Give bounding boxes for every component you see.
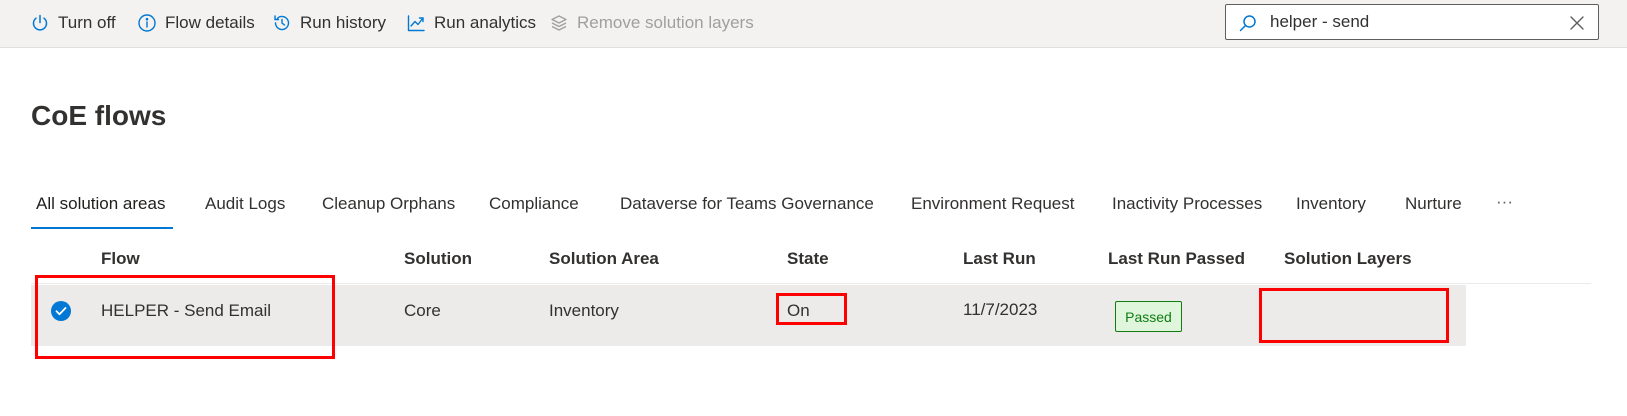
info-icon xyxy=(138,14,156,32)
power-icon xyxy=(32,14,48,31)
solution-area-cell: Inventory xyxy=(549,301,619,320)
active-tab-indicator xyxy=(31,227,173,229)
tab-inactivity-processes[interactable]: Inactivity Processes xyxy=(1112,194,1262,214)
status-badge: Passed xyxy=(1115,301,1182,332)
search-box[interactable] xyxy=(1225,4,1599,40)
run-analytics-label: Run analytics xyxy=(434,13,537,32)
solution-cell: Core xyxy=(404,301,441,320)
flow-name-cell[interactable]: HELPER - Send Email xyxy=(101,301,271,321)
column-header-flow[interactable]: Flow xyxy=(101,249,140,269)
flow-details-button[interactable]: Flow details xyxy=(137,10,255,36)
tab-audit-logs[interactable]: Audit Logs xyxy=(205,194,285,214)
command-bar: Turn off Flow details Run history Run an… xyxy=(0,0,1627,48)
last-run-cell: 11/7/2023 xyxy=(963,300,1038,319)
turn-off-button[interactable]: Turn off xyxy=(30,10,116,36)
column-header-solution-layers[interactable]: Solution Layers xyxy=(1284,249,1412,269)
tab-inventory[interactable]: Inventory xyxy=(1296,194,1366,214)
header-divider xyxy=(31,283,1591,284)
more-tabs-button[interactable]: ··· xyxy=(1496,192,1513,212)
close-icon[interactable] xyxy=(1568,14,1586,32)
checkmark-circle-icon[interactable] xyxy=(51,301,71,321)
column-header-last-run[interactable]: Last Run xyxy=(963,249,1036,269)
run-analytics-button[interactable]: Run analytics xyxy=(406,10,536,36)
tab-all-solution-areas[interactable]: All solution areas xyxy=(36,194,165,214)
flow-details-label: Flow details xyxy=(165,13,255,32)
column-header-last-run-passed[interactable]: Last Run Passed xyxy=(1108,249,1245,269)
search-icon xyxy=(1239,15,1256,32)
remove-solution-layers-label: Remove solution layers xyxy=(577,13,754,32)
column-header-solution-area[interactable]: Solution Area xyxy=(549,249,659,269)
remove-solution-layers-button[interactable]: Remove solution layers xyxy=(549,10,754,36)
page-title: CoE flows xyxy=(31,100,167,131)
analytics-icon xyxy=(407,15,425,32)
run-history-label: Run history xyxy=(300,13,386,32)
tab-environment-request[interactable]: Environment Request xyxy=(911,194,1074,214)
state-cell: On xyxy=(787,301,810,320)
tab-dataverse-for-teams-governance[interactable]: Dataverse for Teams Governance xyxy=(620,194,874,214)
history-icon xyxy=(274,15,290,31)
tab-cleanup-orphans[interactable]: Cleanup Orphans xyxy=(322,194,455,214)
tab-compliance[interactable]: Compliance xyxy=(489,194,579,214)
search-input[interactable] xyxy=(1270,10,1550,34)
column-header-state[interactable]: State xyxy=(787,249,829,269)
turn-off-label: Turn off xyxy=(58,13,116,32)
run-history-button[interactable]: Run history xyxy=(272,10,386,36)
layers-icon xyxy=(551,15,567,31)
column-header-solution[interactable]: Solution xyxy=(404,249,472,269)
tab-nurture[interactable]: Nurture xyxy=(1405,194,1462,214)
